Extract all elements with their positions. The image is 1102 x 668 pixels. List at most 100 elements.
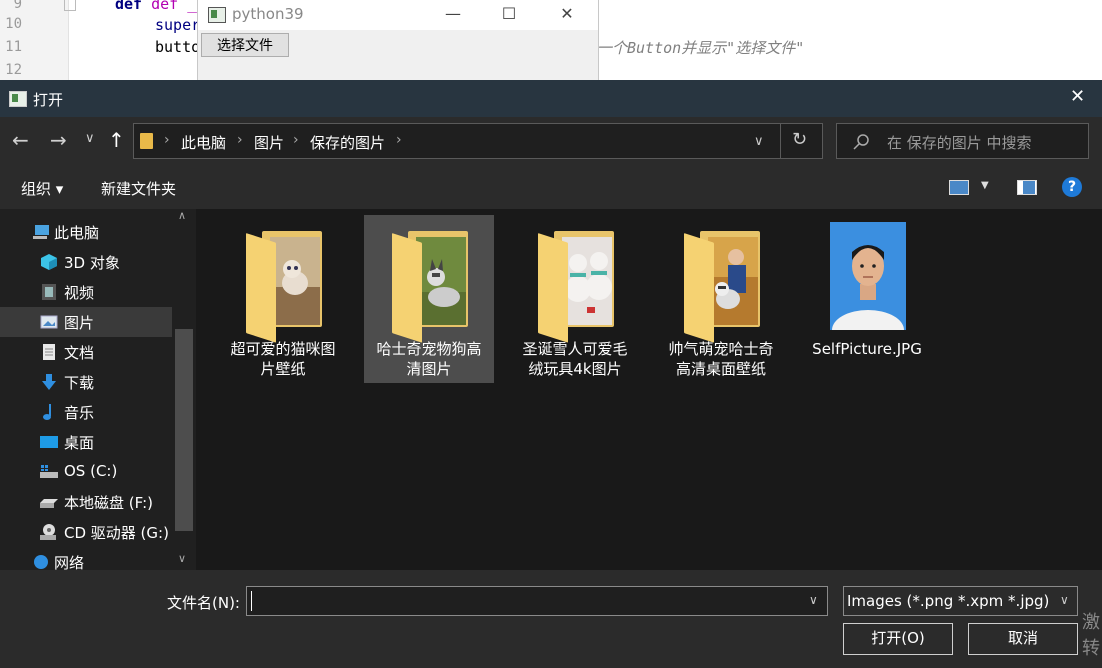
dialog-footer: 文件名(N): ∨ Images (*.png *.xpm *.jpg) ∨ 打…: [0, 570, 1102, 668]
scroll-down-icon[interactable]: ∨: [178, 552, 186, 565]
sidebar-item-label: 网络: [54, 554, 85, 570]
sidebar-item-label: CD 驱动器 (G:): [64, 524, 169, 542]
folder-item[interactable]: 超可爱的猫咪图片壁纸: [218, 215, 348, 383]
refresh-icon[interactable]: ↻: [792, 129, 807, 150]
sidebar-item-label: 音乐: [64, 404, 95, 422]
divider: [780, 124, 781, 158]
fold-marker-icon[interactable]: [64, 0, 76, 11]
sidebar-item-downloads[interactable]: 下载: [0, 367, 172, 397]
file-name: 圣诞雪人可爱毛绒玩具4k图片: [522, 340, 628, 378]
breadcrumb-separator: ›: [293, 132, 299, 148]
folder-item[interactable]: 圣诞雪人可爱毛绒玩具4k图片: [510, 215, 640, 383]
breadcrumb-pictures[interactable]: 图片: [254, 132, 284, 153]
search-box[interactable]: 在 保存的图片 中搜索: [836, 123, 1089, 159]
preview-pane-icon[interactable]: [1017, 180, 1037, 195]
code-line[interactable]: super: [155, 16, 200, 34]
choose-file-button[interactable]: 选择文件: [201, 33, 289, 57]
sidebar-item-local-disk-f[interactable]: 本地磁盘 (F:): [0, 487, 172, 517]
sidebar-item-label: 下载: [64, 374, 95, 392]
drive-icon: [40, 465, 58, 478]
address-dropdown-icon[interactable]: ∨: [754, 134, 764, 149]
new-folder-button[interactable]: 新建文件夹: [101, 178, 176, 199]
watermark-text: 激 转: [1082, 612, 1100, 659]
close-button[interactable]: ✕: [544, 0, 590, 30]
file-type-dropdown-icon[interactable]: ∨: [1060, 593, 1069, 607]
window-titlebar[interactable]: python39 — ☐ ✕: [198, 0, 598, 30]
file-name: SelfPicture.JPG: [812, 340, 922, 358]
sidebar-item-os-c[interactable]: OS (C:): [0, 457, 172, 487]
download-icon: [42, 374, 56, 390]
scrollbar-thumb[interactable]: [175, 329, 193, 531]
organize-menu[interactable]: 组织 ▾: [21, 178, 63, 199]
sidebar-item-label: 3D 对象: [64, 254, 120, 272]
folder-item[interactable]: 哈士奇宠物狗高清图片: [364, 215, 494, 383]
sidebar-item-videos[interactable]: 视频: [0, 277, 172, 307]
sidebar-item-this-pc[interactable]: 此电脑: [0, 217, 172, 247]
line-number: 12: [5, 62, 22, 78]
file-list: 超可爱的猫咪图片壁纸 哈士奇宠物狗高清图片 圣诞雪人可爱毛绒玩具4k图片 帅气萌…: [196, 209, 1102, 570]
sidebar-item-label: 本地磁盘 (F:): [64, 494, 153, 512]
folder-item[interactable]: 帅气萌宠哈士奇高清桌面壁纸: [656, 215, 786, 383]
sidebar-item-cd-drive-g[interactable]: CD 驱动器 (G:): [0, 517, 172, 547]
breadcrumb-this-pc[interactable]: 此电脑: [181, 132, 226, 153]
line-number: 9: [13, 0, 22, 12]
open-file-dialog: 打开 ✕ ← → ∨ ↑ › 此电脑 › 图片 › 保存的图片 › ∨ ↻ 在 …: [0, 80, 1102, 668]
python39-window: python39 — ☐ ✕ 选择文件: [197, 0, 599, 80]
husky-photo-thumbnail: [416, 237, 466, 325]
breadcrumb-separator: ›: [164, 132, 170, 148]
recent-locations-chevron-icon[interactable]: ∨: [85, 131, 95, 146]
dialog-titlebar[interactable]: 打开 ✕: [0, 80, 1102, 117]
file-name: 哈士奇宠物狗高清图片: [376, 340, 482, 378]
search-icon: [853, 134, 869, 150]
document-icon: [43, 344, 55, 360]
sidebar-item-label: 桌面: [64, 434, 95, 452]
navigation-bar: ← → ∨ ↑ › 此电脑 › 图片 › 保存的图片 › ∨ ↻ 在 保存的图片…: [0, 117, 1102, 169]
code-line[interactable]: butto: [155, 38, 200, 56]
filename-dropdown-icon[interactable]: ∨: [809, 593, 818, 607]
sidebar-scrollbar[interactable]: ∧ ∨: [174, 209, 194, 570]
scroll-up-icon[interactable]: ∧: [178, 209, 186, 222]
sidebar-item-desktop[interactable]: 桌面: [0, 427, 172, 457]
minimize-button[interactable]: —: [430, 0, 476, 30]
sidebar-item-label: OS (C:): [64, 462, 118, 480]
back-arrow-icon[interactable]: ←: [12, 128, 29, 152]
sidebar-item-label: 此电脑: [54, 224, 100, 242]
command-bar: 组织 ▾ 新建文件夹 ▼ ?: [0, 169, 1102, 209]
cancel-button[interactable]: 取消: [968, 623, 1078, 655]
view-options-icon[interactable]: [949, 180, 969, 195]
open-button[interactable]: 打开(O): [843, 623, 953, 655]
pictures-icon: [40, 315, 58, 329]
file-type-select[interactable]: Images (*.png *.xpm *.jpg) ∨: [843, 586, 1078, 616]
cd-drive-icon: [40, 524, 56, 540]
code-comment: 一个Button并显示"选择文件": [597, 39, 805, 57]
app-icon: [208, 7, 226, 23]
filename-input[interactable]: ∨: [246, 586, 828, 616]
sidebar-item-label: 视频: [64, 284, 95, 302]
sidebar-item-3d-objects[interactable]: 3D 对象: [0, 247, 172, 277]
snowman-photo-thumbnail: [562, 237, 612, 325]
maximize-button[interactable]: ☐: [486, 0, 532, 30]
text-cursor: [251, 591, 252, 611]
sidebar-item-pictures[interactable]: 图片: [0, 307, 172, 337]
sidebar-item-music[interactable]: 音乐: [0, 397, 172, 427]
file-name: 超可爱的猫咪图片壁纸: [230, 340, 336, 378]
girl-husky-photo-thumbnail: [708, 237, 758, 325]
line-number: 11: [5, 39, 22, 55]
music-icon: [43, 404, 51, 420]
address-bar[interactable]: › 此电脑 › 图片 › 保存的图片 › ∨ ↻: [133, 123, 823, 159]
sidebar-item-documents[interactable]: 文档: [0, 337, 172, 367]
sidebar-item-label: 图片: [64, 314, 95, 332]
help-icon[interactable]: ?: [1062, 177, 1082, 197]
sidebar-item-label: 文档: [64, 344, 95, 362]
dialog-close-button[interactable]: ✕: [1070, 86, 1085, 107]
file-name: 帅气萌宠哈士奇高清桌面壁纸: [668, 340, 774, 378]
computer-icon: [33, 225, 49, 239]
window-title: python39: [232, 5, 304, 23]
forward-arrow-icon[interactable]: →: [50, 128, 67, 152]
up-arrow-icon[interactable]: ↑: [108, 128, 125, 152]
sidebar-item-network[interactable]: 网络: [0, 547, 172, 570]
breadcrumb-saved-pictures[interactable]: 保存的图片: [310, 132, 385, 153]
image-file-item[interactable]: SelfPicture.JPG: [802, 215, 932, 383]
cube-icon: [41, 254, 57, 270]
view-dropdown-icon[interactable]: ▼: [981, 180, 989, 191]
